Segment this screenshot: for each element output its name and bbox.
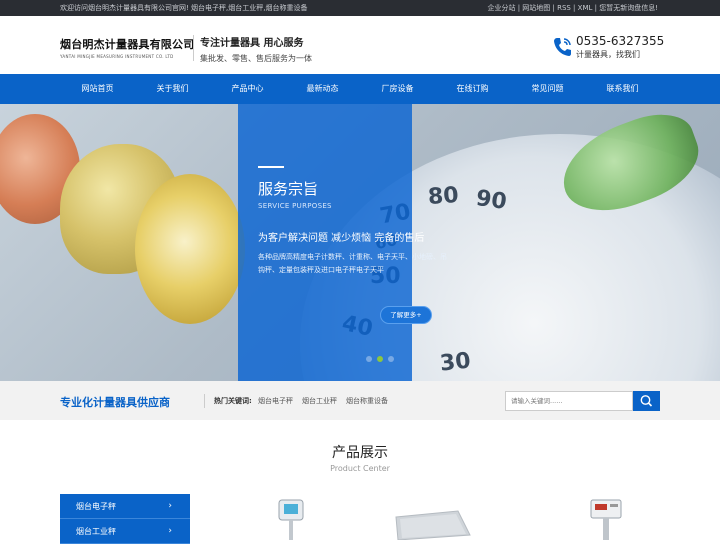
hot-keyword-link[interactable]: 烟台工业秤	[302, 396, 337, 406]
hot-keywords-label: 热门关键词:	[214, 397, 252, 405]
banner-subtitle: SERVICE PURPOSES	[258, 202, 332, 210]
category-label: 烟台工业秤	[76, 527, 116, 536]
product-image-indicator-scale[interactable]	[588, 498, 624, 540]
site-logo[interactable]: 烟台明杰计量器具有限公司 YANTAI MINGJIE MEASURING IN…	[60, 36, 194, 59]
hero-banner: 70 80 90 50 40 30 60 服务宗旨 SERVICE PURPOS…	[0, 104, 720, 381]
nav-about[interactable]: 关于我们	[135, 74, 210, 104]
banner-text-panel: 服务宗旨 SERVICE PURPOSES 为客户解决问题 减少烦恼 完备的售后…	[238, 104, 447, 381]
divider	[204, 394, 205, 408]
product-image-column-scale[interactable]	[272, 496, 312, 540]
search-strip: 专业化计量器具供应商 热门关键词: 烟台电子秤 烟台工业秤 烟台称重设备	[0, 381, 720, 420]
slider-dot[interactable]	[388, 356, 394, 362]
category-item[interactable]: 烟台电子秤 ›	[60, 494, 190, 519]
banner-description: 各种品牌高精度电子计数秤、计重称、电子天平、小地磅、吊钩秤、定量包装秤及进口电子…	[258, 253, 447, 274]
phone-caption: 计量器具，找我们	[576, 50, 640, 59]
search-input[interactable]	[505, 391, 633, 411]
slogan-sub: 集批发、零售、售后服务为一体	[200, 54, 312, 63]
phone-icon	[554, 38, 571, 56]
category-sidebar: 烟台电子秤 › 烟台工业秤 ›	[60, 494, 190, 544]
chevron-right-icon: ›	[168, 526, 172, 536]
title-accent-bar	[258, 166, 284, 168]
search-button[interactable]	[633, 391, 660, 411]
welcome-text: 欢迎访问烟台明杰计量器具有限公司官网! 烟台电子秤,烟台工业秤,烟台称重设备	[60, 4, 308, 12]
scale-number: 90	[474, 185, 509, 216]
nav-home[interactable]: 网站首页	[60, 74, 135, 104]
top-links[interactable]: 企业分站 | 网站地图 | RSS | XML | 您暂无新询盘信息!	[487, 0, 658, 16]
hot-keyword-link[interactable]: 烟台称重设备	[346, 396, 388, 406]
nav-news[interactable]: 最新动态	[285, 74, 360, 104]
nav-facilities[interactable]: 厂房设备	[360, 74, 435, 104]
logo-chinese: 烟台明杰计量器具有限公司	[60, 38, 195, 51]
search-icon	[640, 395, 653, 407]
chevron-right-icon: ›	[168, 501, 172, 511]
product-section-title: 产品展示	[332, 445, 388, 461]
banner-headline: 为客户解决问题 减少烦恼 完备的售后	[258, 233, 425, 244]
header-divider	[193, 35, 194, 61]
slogan: 专注计量器具 用心服务 集批发、零售、售后服务为一体	[200, 34, 312, 64]
product-image-platform-scale[interactable]	[388, 505, 472, 540]
category-item[interactable]: 烟台工业秤 ›	[60, 519, 190, 544]
slider-dot-active[interactable]	[377, 356, 383, 362]
banner-title: 服务宗旨	[258, 180, 319, 198]
nav-order[interactable]: 在线订购	[435, 74, 510, 104]
slider-dot[interactable]	[366, 356, 372, 362]
phone-number: 0535-6327355	[576, 34, 665, 48]
scale-number: 30	[438, 348, 472, 377]
product-section-subtitle: Product Center	[330, 464, 390, 473]
category-label: 烟台电子秤	[76, 502, 116, 511]
nav-contact[interactable]: 联系我们	[585, 74, 660, 104]
scale-number: 80	[427, 182, 460, 211]
nav-products[interactable]: 产品中心	[210, 74, 285, 104]
main-nav: 网站首页 关于我们 产品中心 最新动态 厂房设备 在线订购 常见问题 联系我们	[0, 74, 720, 104]
top-bar: 欢迎访问烟台明杰计量器具有限公司官网! 烟台电子秤,烟台工业秤,烟台称重设备 企…	[0, 0, 720, 16]
slogan-main: 专注计量器具 用心服务	[200, 38, 304, 49]
hot-keyword-link[interactable]: 烟台电子秤	[258, 396, 293, 406]
nav-faq[interactable]: 常见问题	[510, 74, 585, 104]
pepper-image	[135, 174, 245, 324]
header: 烟台明杰计量器具有限公司 YANTAI MINGJIE MEASURING IN…	[0, 16, 720, 74]
learn-more-button[interactable]: 了解更多+	[380, 306, 432, 324]
logo-english: YANTAI MINGJIE MEASURING INSTRUMENT CO. …	[60, 54, 174, 59]
supplier-heading: 专业化计量器具供应商	[60, 396, 170, 409]
